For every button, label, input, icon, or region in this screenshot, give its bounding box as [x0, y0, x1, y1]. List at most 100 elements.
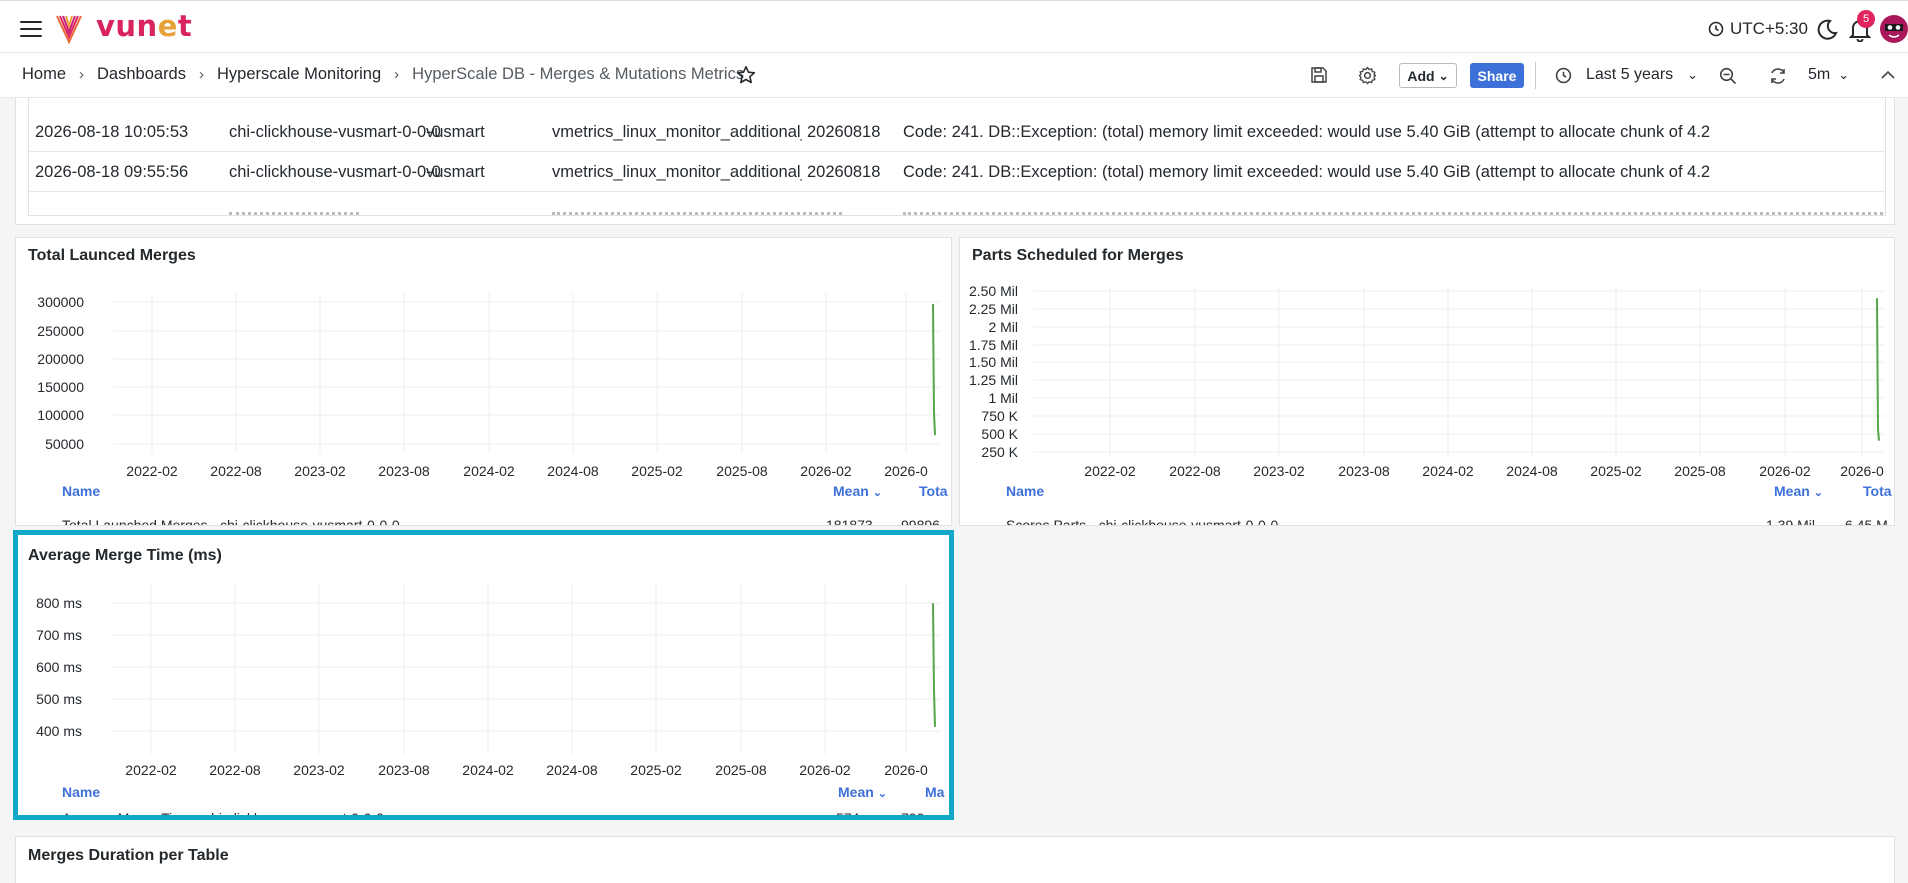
legend-name-header[interactable]: Name — [1006, 483, 1044, 499]
y-tick-label: 800 ms — [36, 595, 82, 611]
legend-name-header[interactable]: Name — [62, 784, 100, 800]
y-tick-label: 1.50 Mil — [969, 354, 1018, 370]
zoom-out-icon[interactable] — [1719, 67, 1737, 85]
legend-max-header[interactable]: Ma — [925, 784, 951, 800]
x-tick-label: 2023-02 — [294, 463, 346, 479]
cell-event-time: 2026-08-18 10:05:53 — [35, 123, 189, 141]
merge-errors-table-panel: 2026-08-18 10:05:53 chi-clickhouse-vusma… — [15, 98, 1895, 225]
legend-mean-label: Mean — [833, 483, 869, 499]
x-tick-label: 2025-02 — [1590, 463, 1642, 479]
user-avatar[interactable] — [1880, 15, 1908, 43]
cell-host: chi-clickhouse-vusmart-0-0-0 — [229, 123, 441, 141]
menu-icon[interactable] — [20, 21, 42, 37]
chevron-down-icon: ⌄ — [872, 487, 882, 499]
legend-name-header[interactable]: Name — [62, 483, 100, 499]
x-tick-label: 2025-02 — [630, 762, 682, 778]
chevron-down-icon: ⌄ — [1438, 68, 1449, 83]
breadcrumb-dashboards[interactable]: Dashboards — [97, 65, 186, 84]
legend-row-partial: Scores Parts - chi-clickhouse-vusmart-0-… — [1006, 517, 1279, 525]
x-tick-label: 2024-02 — [463, 463, 515, 479]
share-button-label: Share — [1477, 67, 1517, 84]
x-tick-label: 2026-0 — [884, 762, 928, 778]
collapse-chevron-up-icon[interactable] — [1880, 69, 1896, 81]
chevron-down-icon: ⌄ — [877, 788, 887, 800]
save-icon[interactable] — [1310, 66, 1328, 84]
toolbar-divider — [1535, 62, 1536, 89]
y-tick-label: 1.75 Mil — [969, 337, 1018, 353]
legend-mean-header[interactable]: Mean ⌄ — [1774, 483, 1823, 499]
vunet-logo[interactable]: vunet — [96, 9, 192, 43]
x-tick-label: 2025-08 — [1674, 463, 1726, 479]
settings-gear-icon[interactable] — [1358, 66, 1377, 85]
x-tick-label: 2023-08 — [378, 463, 430, 479]
merges-duration-panel[interactable]: Merges Duration per Table — [15, 836, 1895, 883]
breadcrumb-home[interactable]: Home — [22, 65, 66, 84]
share-button[interactable]: Share — [1470, 63, 1524, 88]
total-launched-merges-panel[interactable]: Total Launced Merges 300000 250000 200000 1… — [15, 237, 952, 526]
cell-host: chi-clickhouse-vusmart-0-0-0 — [229, 163, 441, 181]
table-row[interactable]: 2026-08-18 09:55:56 chi-clickhouse-vusma… — [29, 152, 1885, 192]
timezone-label: UTC+5:30 — [1730, 19, 1808, 38]
cell-table: vmetrics_linux_monitor_additional_metric… — [552, 123, 802, 141]
time-range-label: Last 5 years — [1586, 66, 1674, 83]
cell-database: vusmart — [426, 163, 485, 181]
dashboard-toolbar: Home › Dashboards › Hyperscale Monitorin… — [0, 53, 1908, 98]
y-tick-label: 100000 — [37, 407, 84, 423]
time-range-picker[interactable]: Last 5 years ⌄ — [1555, 66, 1698, 84]
chevron-down-icon: ⌄ — [1687, 67, 1699, 82]
x-tick-label: 2022-02 — [125, 762, 177, 778]
merge-errors-table[interactable]: 2026-08-18 10:05:53 chi-clickhouse-vusma… — [28, 98, 1886, 216]
y-tick-label: 250000 — [37, 323, 84, 339]
y-tick-label: 250 K — [981, 444, 1018, 460]
cell-table: vmetrics_linux_monitor_additional_metric… — [552, 163, 802, 181]
y-tick-label: 500 ms — [36, 691, 82, 707]
average-merge-time-chart[interactable]: 800 ms 700 ms 600 ms 500 ms 400 ms 2022-02 202… — [16, 534, 952, 794]
y-tick-label: 500 K — [981, 426, 1018, 442]
cell-database: vusmart — [426, 123, 485, 141]
x-tick-label: 2026-02 — [800, 463, 852, 479]
series-line — [932, 603, 936, 727]
x-tick-label: 2024-08 — [546, 762, 598, 778]
breadcrumb-current: HyperScale DB - Merges & Mutations Metri… — [412, 65, 745, 83]
refresh-interval-picker[interactable]: 5m ⌄ — [1808, 66, 1849, 84]
logo-text-b: e — [157, 9, 178, 43]
refresh-icon[interactable] — [1769, 67, 1787, 85]
breadcrumb-hyperscale-monitoring[interactable]: Hyperscale Monitoring — [217, 65, 381, 84]
x-tick-label: 2024-02 — [1422, 463, 1474, 479]
series-line — [1876, 298, 1880, 441]
x-tick-label: 2023-08 — [378, 762, 430, 778]
top-navbar: vunet UTC+5:30 5 — [0, 0, 1908, 53]
add-button[interactable]: Add ⌄ — [1399, 63, 1457, 88]
x-tick-label: 2025-08 — [715, 762, 767, 778]
table-row[interactable]: 2026-08-18 10:05:53 chi-clickhouse-vusma… — [29, 112, 1885, 152]
legend-total-header[interactable]: Tota — [1863, 483, 1894, 499]
x-tick-label: 2025-08 — [716, 463, 768, 479]
vunet-logo-icon — [56, 15, 82, 44]
chevron-down-icon: ⌄ — [1838, 67, 1850, 82]
average-merge-time-panel[interactable]: Average Merge Time (ms) 800 ms 700 ms 600 … — [15, 533, 952, 818]
x-tick-label: 2026-02 — [799, 762, 851, 778]
x-tick-label: 2022-02 — [1084, 463, 1136, 479]
x-tick-label: 2024-08 — [547, 463, 599, 479]
legend-total-header[interactable]: Tota — [919, 483, 951, 499]
x-tick-label: 2026-0 — [1840, 463, 1884, 479]
x-tick-label: 2023-08 — [1338, 463, 1390, 479]
total-launched-merges-chart[interactable]: 300000 250000 200000 150000 100000 50000 2022-… — [16, 238, 952, 500]
y-tick-label: 1 Mil — [988, 390, 1018, 406]
x-tick-label: 2023-02 — [1253, 463, 1305, 479]
legend-mean-partial: 574 — [836, 810, 860, 818]
dark-mode-icon[interactable] — [1815, 18, 1839, 42]
y-tick-label: 2.50 Mil — [969, 283, 1018, 299]
parts-scheduled-chart[interactable]: 2.50 Mil 2.25 Mil 2 Mil 1.75 Mil1.50 Mil 1.2… — [960, 238, 1895, 500]
legend-mean-header[interactable]: Mean ⌄ — [833, 483, 882, 499]
x-tick-label: 2022-08 — [210, 463, 262, 479]
x-tick-label: 2022-08 — [209, 762, 261, 778]
x-tick-label: 2024-02 — [462, 762, 514, 778]
chevron-right-icon: › — [394, 66, 400, 83]
parts-scheduled-panel[interactable]: Parts Scheduled for Merges 2.50 Mil 2.25 … — [959, 237, 1895, 526]
x-tick-label: 2022-08 — [1169, 463, 1221, 479]
favorite-star-icon[interactable] — [736, 65, 756, 85]
legend-mean-header[interactable]: Mean ⌄ — [838, 784, 887, 800]
add-button-label: Add — [1407, 67, 1435, 84]
timezone-indicator[interactable]: UTC+5:30 — [1708, 19, 1808, 39]
